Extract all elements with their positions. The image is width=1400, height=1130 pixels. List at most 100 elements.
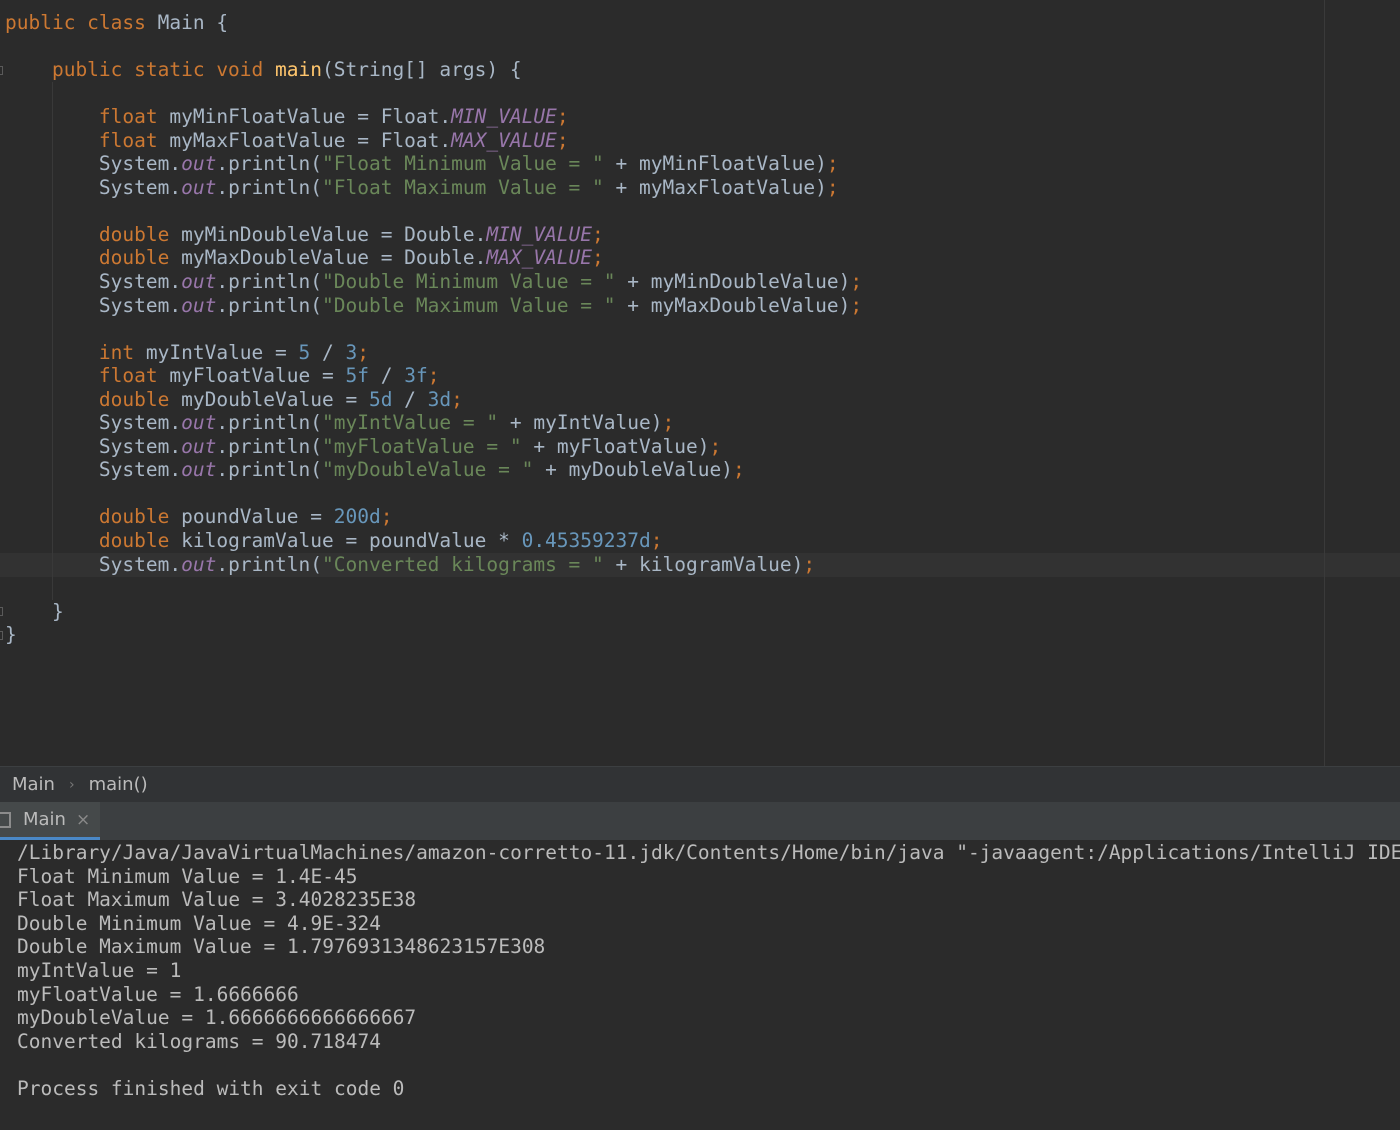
code-lines[interactable]: public class Main { public static void m…: [5, 11, 862, 647]
code-token: 5d: [368, 387, 393, 411]
code-token: out: [181, 552, 217, 576]
code-token: out: [181, 293, 217, 317]
code-token: + myFloatValue): [521, 434, 710, 458]
code-token: ;: [803, 552, 816, 576]
code-token: 200d: [333, 505, 381, 529]
fold-marker-icon[interactable]: [0, 607, 3, 616]
code-line[interactable]: double myMaxDoubleValue = Double.MAX_VAL…: [5, 246, 862, 270]
console-output: /Library/Java/JavaVirtualMachines/amazon…: [17, 841, 1400, 1101]
code-token: .println(: [216, 434, 323, 458]
run-tool-window-tabs: Main ×: [0, 802, 1400, 840]
console-line: myDoubleValue = 1.6666666666666667: [17, 1006, 417, 1030]
code-line[interactable]: double myMinDoubleValue = Double.MIN_VAL…: [5, 223, 862, 247]
code-token: ;: [709, 434, 722, 458]
fold-marker-icon[interactable]: [0, 66, 3, 75]
code-line[interactable]: [5, 576, 862, 600]
code-token: main: [275, 58, 322, 82]
code-token: double: [5, 222, 182, 246]
code-token: float: [5, 105, 170, 129]
code-token: poundValue =: [181, 505, 334, 529]
code-token: myMaxDoubleValue = Double.: [181, 246, 487, 270]
code-token: + myIntValue): [498, 411, 663, 435]
right-margin-guide: [1324, 0, 1325, 766]
code-token: double: [5, 529, 182, 553]
code-token: .println(: [216, 175, 323, 199]
code-token: ;: [850, 270, 863, 294]
code-line[interactable]: System.out.println("Float Maximum Value …: [5, 176, 862, 200]
breadcrumb-separator-icon: ›: [68, 776, 75, 793]
close-icon[interactable]: ×: [76, 810, 90, 830]
code-line[interactable]: System.out.println("myIntValue = " + myI…: [5, 411, 862, 435]
code-token: 0.45359237d: [521, 529, 651, 553]
code-token: public static void: [5, 58, 276, 82]
code-token: + myDoubleValue): [533, 458, 733, 482]
run-tab-label: Main: [23, 809, 66, 830]
code-line[interactable]: System.out.println("myFloatValue = " + m…: [5, 435, 862, 459]
code-token: .println(: [216, 152, 323, 176]
breadcrumb: Main › main(): [0, 766, 1400, 802]
code-token: float: [5, 364, 170, 388]
code-token: "myDoubleValue = ": [322, 458, 534, 482]
code-token: System.: [5, 152, 182, 176]
code-token: 5f: [345, 364, 369, 388]
breadcrumb-class[interactable]: Main: [12, 774, 55, 795]
code-line[interactable]: [5, 35, 862, 59]
code-line[interactable]: float myFloatValue = 5f / 3f;: [5, 364, 862, 388]
run-tab-main[interactable]: Main ×: [0, 802, 101, 840]
code-token: System.: [5, 434, 182, 458]
code-token: 3: [345, 340, 358, 364]
code-line[interactable]: float myMinFloatValue = Float.MIN_VALUE;: [5, 105, 862, 129]
code-token: .println(: [216, 293, 323, 317]
code-line[interactable]: public static void main(String[] args) {: [5, 58, 862, 82]
code-line[interactable]: double myDoubleValue = 5d / 3d;: [5, 388, 862, 412]
breadcrumb-method[interactable]: main(): [89, 774, 148, 795]
code-line[interactable]: double kilogramValue = poundValue * 0.45…: [5, 529, 862, 553]
code-token: myFloatValue =: [169, 364, 346, 388]
console-line: Converted kilograms = 90.718474: [17, 1029, 381, 1053]
code-token: MIN_VALUE: [486, 222, 593, 246]
code-line[interactable]: System.out.println("Float Minimum Value …: [5, 152, 862, 176]
fold-marker-icon[interactable]: [0, 631, 3, 640]
run-console[interactable]: /Library/Java/JavaVirtualMachines/amazon…: [0, 840, 1400, 1130]
code-token: ;: [592, 222, 604, 246]
code-token: int: [5, 340, 146, 364]
code-line[interactable]: }: [5, 600, 862, 624]
code-token: ;: [850, 293, 863, 317]
code-token: ;: [556, 105, 569, 129]
code-token: System.: [5, 552, 182, 576]
code-token: ;: [357, 340, 369, 364]
code-token: System.: [5, 411, 182, 435]
code-token: ;: [592, 246, 604, 270]
code-line[interactable]: [5, 82, 862, 106]
code-line[interactable]: System.out.println("Converted kilograms …: [5, 553, 862, 577]
code-line[interactable]: int myIntValue = 5 / 3;: [5, 341, 862, 365]
console-line: Double Maximum Value = 1.797693134862315…: [17, 935, 546, 959]
code-line[interactable]: public class Main {: [5, 11, 862, 35]
code-line[interactable]: [5, 199, 862, 223]
code-token: 3f: [404, 364, 428, 388]
code-line[interactable]: System.out.println("Double Minimum Value…: [5, 270, 862, 294]
code-token: System.: [5, 458, 182, 482]
code-line[interactable]: double poundValue = 200d;: [5, 505, 862, 529]
code-token: MIN_VALUE: [451, 105, 557, 129]
code-token: public class: [5, 11, 158, 34]
code-line[interactable]: [5, 317, 862, 341]
code-token: ;: [650, 529, 663, 553]
code-line[interactable]: [5, 482, 862, 506]
code-token: "Float Maximum Value = ": [322, 175, 604, 199]
code-token: myMinFloatValue = Float.: [169, 105, 452, 129]
code-token: double: [5, 505, 182, 529]
code-token: + myMinFloatValue): [603, 152, 827, 176]
code-editor[interactable]: public class Main { public static void m…: [0, 0, 1400, 766]
code-line[interactable]: System.out.println("Double Maximum Value…: [5, 294, 862, 318]
code-token: out: [181, 175, 217, 199]
code-token: "Float Minimum Value = ": [322, 152, 604, 176]
code-token: ;: [826, 152, 839, 176]
code-token: /: [392, 387, 428, 411]
code-token: .println(: [216, 458, 323, 482]
code-token: + myMinDoubleValue): [615, 270, 851, 294]
code-line[interactable]: float myMaxFloatValue = Float.MAX_VALUE;: [5, 129, 862, 153]
code-line[interactable]: }: [5, 623, 862, 647]
code-line[interactable]: System.out.println("myDoubleValue = " + …: [5, 458, 862, 482]
